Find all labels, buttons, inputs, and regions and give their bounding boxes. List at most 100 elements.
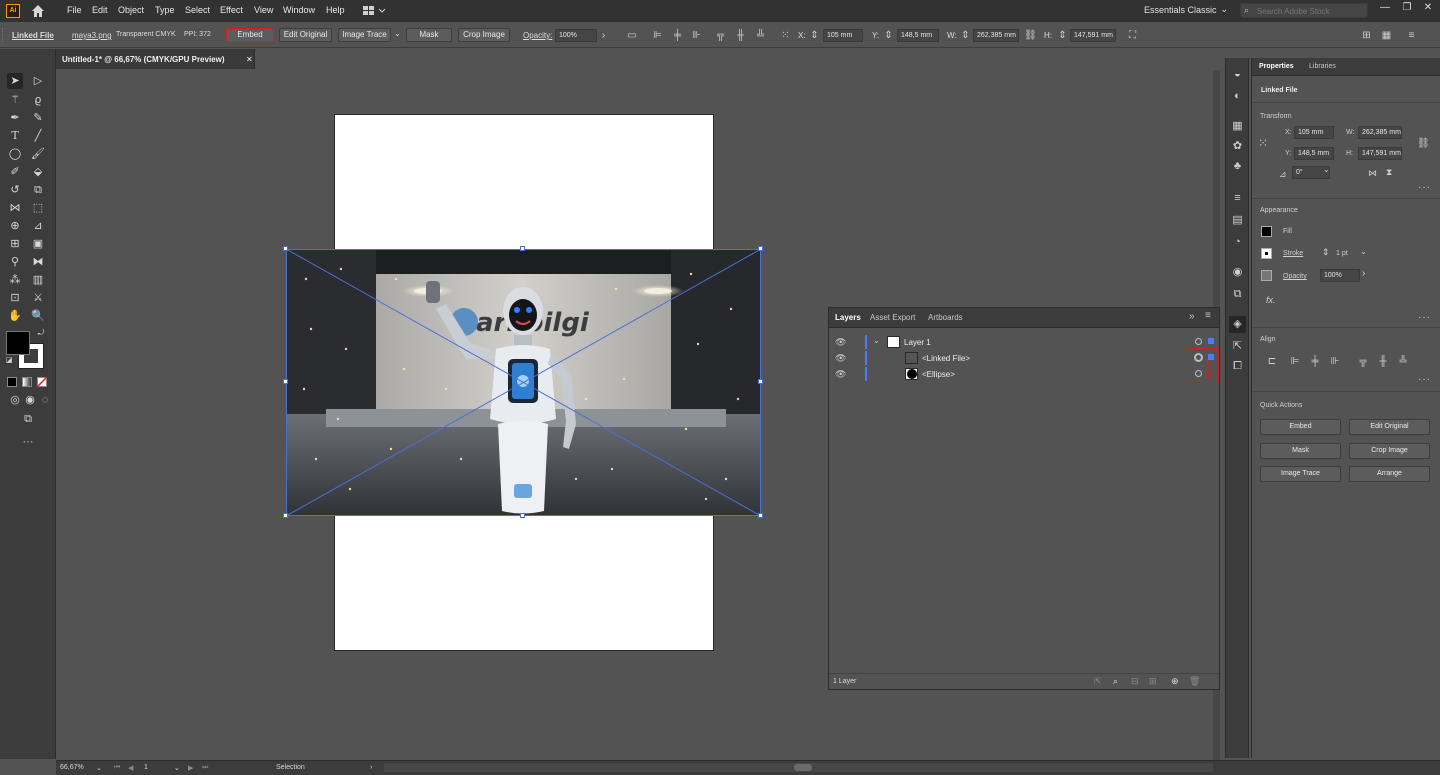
crop-image-button[interactable]: Crop Image: [458, 28, 510, 42]
close-button[interactable]: ✕: [1421, 2, 1435, 18]
tab-properties[interactable]: Properties: [1259, 63, 1294, 70]
chevron-down-icon[interactable]: ⌄: [96, 764, 102, 772]
search-input[interactable]: [1257, 5, 1365, 17]
layer-name[interactable]: <Ellipse>: [922, 370, 955, 379]
brushes-icon[interactable]: ✿: [1229, 138, 1246, 155]
chevron-down-icon[interactable]: ⌄: [1360, 247, 1367, 256]
qa-edit-original-button[interactable]: Edit Original: [1349, 419, 1430, 435]
target-circle-icon[interactable]: [1195, 338, 1202, 345]
qa-embed-button[interactable]: Embed: [1260, 419, 1341, 435]
x-field[interactable]: 105 mm: [823, 29, 863, 42]
align-top-icon[interactable]: ╦: [714, 29, 727, 42]
opacity-icon[interactable]: [1261, 270, 1272, 281]
embed-button[interactable]: Embed: [226, 28, 274, 42]
screen-mode-icon[interactable]: ⧉: [18, 411, 38, 427]
menu-help[interactable]: Help: [326, 5, 345, 15]
export-icon[interactable]: ⇱: [1094, 676, 1102, 687]
type-tool-icon[interactable]: T: [7, 128, 23, 144]
constrain-link-icon[interactable]: ⛓: [1417, 138, 1430, 149]
color-guide-icon[interactable]: ◒: [1229, 66, 1246, 83]
x-field[interactable]: 105 mm: [1294, 126, 1334, 139]
zoom-tool-icon[interactable]: 🔍: [30, 308, 46, 324]
resize-handle-top-left[interactable]: [283, 246, 288, 251]
chevron-right-icon[interactable]: ›: [1362, 268, 1365, 279]
magic-wand-tool-icon[interactable]: ⚚: [7, 92, 23, 108]
layer-name[interactable]: Layer 1: [904, 338, 931, 347]
perspective-grid-tool-icon[interactable]: ⊿: [30, 218, 46, 234]
draw-behind-icon[interactable]: ◉: [22, 392, 38, 408]
align-left-icon[interactable]: ⊫: [651, 29, 664, 42]
pen-tool-icon[interactable]: ✒: [7, 110, 23, 126]
appearance-icon[interactable]: ◉: [1229, 264, 1246, 281]
layers-icon[interactable]: ◈: [1229, 316, 1246, 333]
workspace-switcher[interactable]: Essentials Classic ⌄: [1138, 3, 1230, 18]
w-field[interactable]: 262,385 mm: [973, 29, 1019, 42]
artboard-number[interactable]: 1: [144, 764, 148, 771]
scale-tool-icon[interactable]: ⧉: [30, 182, 46, 198]
collapse-panel-icon[interactable]: »: [1189, 311, 1195, 322]
eraser-tool-icon[interactable]: ⬙: [30, 164, 46, 180]
gradient-icon[interactable]: ▤: [1229, 212, 1246, 229]
fill-swatch[interactable]: [1261, 226, 1272, 237]
artboard-tool-icon[interactable]: ⊡: [7, 290, 23, 306]
width-tool-icon[interactable]: ⋈: [7, 200, 23, 216]
first-artboard-icon[interactable]: ⏮: [114, 764, 120, 772]
layer-name[interactable]: <Linked File>: [922, 354, 970, 363]
symbol-sprayer-tool-icon[interactable]: ⁂: [7, 272, 23, 288]
transparency-icon[interactable]: ◔: [1229, 234, 1246, 251]
menu-edit[interactable]: Edit: [92, 5, 108, 15]
align-vcenter-icon[interactable]: ╫: [734, 29, 747, 42]
more-options-icon[interactable]: ···: [1418, 374, 1431, 385]
more-options-icon[interactable]: ···: [1418, 312, 1431, 323]
locate-object-icon[interactable]: ⌕: [1113, 676, 1118, 687]
line-tool-icon[interactable]: ╱: [30, 128, 46, 144]
resize-handle-top-right[interactable]: [758, 246, 763, 251]
eyedropper-tool-icon[interactable]: ⚲: [7, 254, 23, 270]
none-mode-icon[interactable]: [37, 377, 47, 387]
visibility-eye-icon[interactable]: 👁: [835, 337, 846, 348]
shaper-tool-icon[interactable]: ✐: [7, 164, 23, 180]
panel-menu-icon[interactable]: ≡: [1205, 310, 1211, 321]
stepper-icon[interactable]: ⇕: [810, 29, 819, 42]
align-bottom-icon[interactable]: ╩: [1396, 355, 1410, 369]
blend-tool-icon[interactable]: ⧓: [30, 254, 46, 270]
align-right-icon[interactable]: ⊪: [690, 29, 703, 42]
color-mode-icon[interactable]: [7, 377, 17, 387]
w-field[interactable]: 262,385 mm: [1358, 126, 1402, 139]
align-hcenter-icon[interactable]: ╪: [1308, 355, 1322, 369]
filename-link[interactable]: maya3.png: [72, 31, 112, 40]
menu-object[interactable]: Object: [118, 5, 144, 15]
stock-search[interactable]: ⌕: [1240, 3, 1368, 18]
lasso-tool-icon[interactable]: ϱ: [30, 92, 46, 108]
fill-swatch[interactable]: [6, 331, 30, 355]
stepper-icon[interactable]: ⇕: [1322, 247, 1330, 258]
menu-select[interactable]: Select: [185, 5, 210, 15]
tab-asset-export[interactable]: Asset Export: [870, 313, 915, 322]
rotate-tool-icon[interactable]: ↺: [7, 182, 23, 198]
chevron-down-icon[interactable]: ⌄: [394, 29, 401, 38]
y-field[interactable]: 148,5 mm: [897, 29, 939, 42]
stroke-weight[interactable]: 1 pt: [1336, 250, 1348, 257]
home-icon[interactable]: [30, 3, 46, 19]
chevron-right-icon[interactable]: ›: [597, 29, 610, 42]
new-sublayer-icon[interactable]: ⊞: [1149, 676, 1157, 687]
last-artboard-icon[interactable]: ⏭: [202, 764, 208, 772]
previous-artboard-icon[interactable]: ◀: [128, 764, 133, 772]
flip-vertical-icon[interactable]: ⧗: [1386, 167, 1392, 178]
hand-tool-icon[interactable]: ✋: [7, 308, 23, 324]
symbols-icon[interactable]: ♣: [1229, 158, 1246, 175]
qa-crop-image-button[interactable]: Crop Image: [1349, 443, 1430, 459]
swatches-icon[interactable]: ▦: [1229, 118, 1246, 135]
tab-layers[interactable]: Layers: [835, 313, 861, 322]
resize-handle-left[interactable]: [283, 379, 288, 384]
edit-original-button[interactable]: Edit Original: [279, 28, 332, 42]
resize-handle-bottom-left[interactable]: [283, 513, 288, 518]
align-to-icon[interactable]: ⊏: [1262, 355, 1282, 369]
delete-layer-icon[interactable]: 🗑: [1189, 676, 1200, 687]
qa-mask-button[interactable]: Mask: [1260, 443, 1341, 459]
layer-row[interactable]: 👁 <Ellipse>: [829, 366, 1219, 382]
arrange-icon[interactable]: ⊞: [1360, 29, 1373, 42]
resize-handle-bottom-right[interactable]: [758, 513, 763, 518]
stroke-icon[interactable]: ≡: [1229, 190, 1246, 207]
align-hcenter-icon[interactable]: ╪: [671, 29, 684, 42]
